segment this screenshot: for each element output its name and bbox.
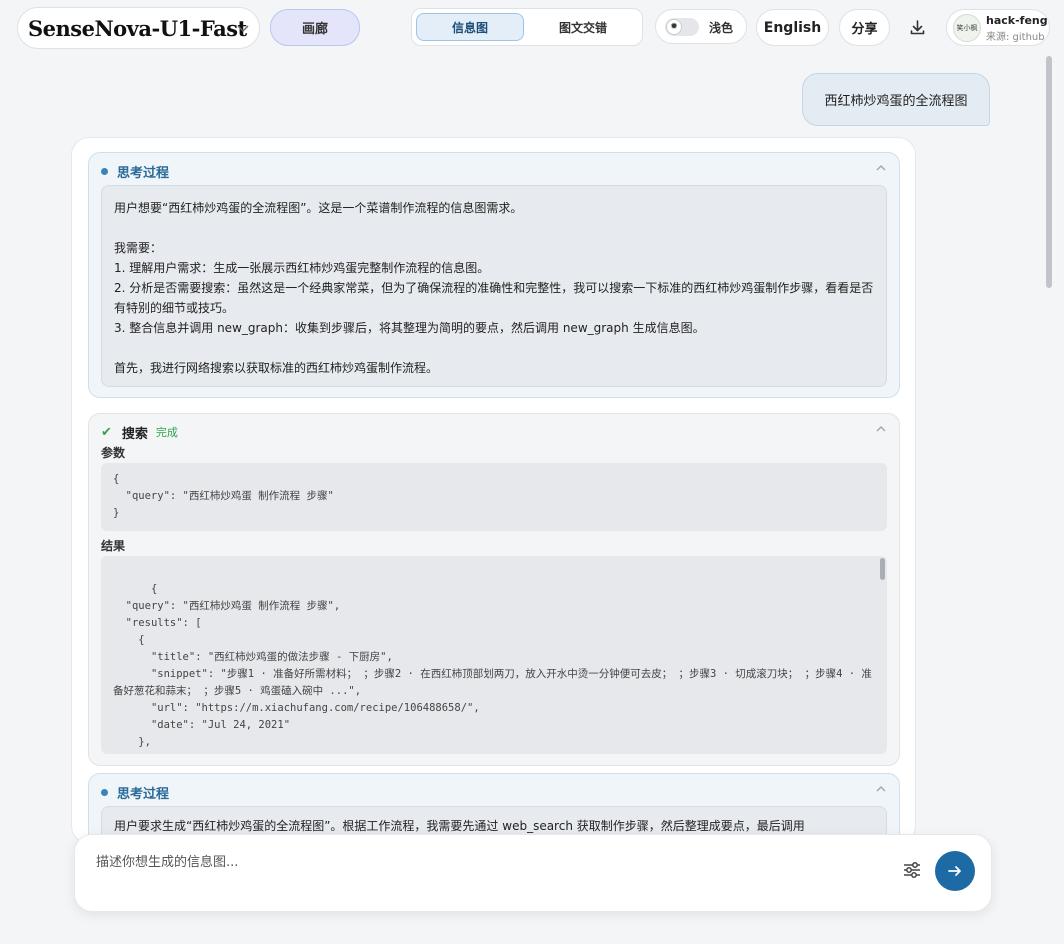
prompt-input[interactable] <box>96 851 886 873</box>
thinking-header-2[interactable]: 思考过程 <box>101 783 170 802</box>
model-selector[interactable]: SenseNova-U1-Fast <box>17 7 260 49</box>
search-section: ✔ 搜索 完成 参数 { "query": "西红柿炒鸡蛋 制作流程 步骤" }… <box>88 413 900 766</box>
results-text: { "query": "西红柿炒鸡蛋 制作流程 步骤", "results": … <box>113 583 872 754</box>
top-header: SenseNova-U1-Fast 画廊 信息图 图文交错 ✹ 浅色 Engli… <box>0 0 1064 56</box>
sliders-icon <box>904 862 920 878</box>
thinking-line: 2. 分析是否需要搜索：虽然这是一个经典家常菜，但为了确保流程的准确性和完整性，… <box>114 281 874 315</box>
params-code: { "query": "西红柿炒鸡蛋 制作流程 步骤" } <box>101 463 887 531</box>
chevron-down-icon <box>237 25 249 32</box>
chevron-up-icon[interactable] <box>875 423 887 435</box>
theme-toggle[interactable]: ✹ 浅色 <box>655 9 747 44</box>
language-button[interactable]: English <box>756 9 829 46</box>
search-title: 搜索 <box>121 426 148 442</box>
check-icon: ✔ <box>101 424 112 440</box>
thinking-title: 思考过程 <box>117 165 170 181</box>
user-name: hack-feng <box>986 14 1048 27</box>
model-name: SenseNova-U1-Fast <box>28 15 247 41</box>
thinking-line: 1. 理解用户需求：生成一张展示西红柿炒鸡蛋完整制作流程的信息图。 <box>114 261 490 275</box>
mode-tabs: 信息图 图文交错 <box>411 8 643 46</box>
user-profile[interactable]: 笑小枫 hack-feng 来源: github <box>946 9 1050 46</box>
tab-interleaved[interactable]: 图文交错 <box>530 13 636 41</box>
thinking-line: 用户想要“西红柿炒鸡蛋的全流程图”。这是一个菜谱制作流程的信息图需求。 <box>114 201 523 215</box>
search-header[interactable]: ✔ 搜索 完成 <box>101 423 178 442</box>
thinking-content: 用户想要“西红柿炒鸡蛋的全流程图”。这是一个菜谱制作流程的信息图需求。 我需要：… <box>101 185 887 387</box>
theme-label: 浅色 <box>709 21 734 35</box>
thinking-line <box>114 218 874 238</box>
page-scrollbar[interactable] <box>1046 56 1052 288</box>
thinking-header[interactable]: 思考过程 <box>101 162 170 181</box>
share-button[interactable]: 分享 <box>839 9 890 46</box>
thinking-line <box>114 338 874 358</box>
results-code[interactable]: { "query": "西红柿炒鸡蛋 制作流程 步骤", "results": … <box>101 556 887 754</box>
thinking-line: 3. 整合信息并调用 new_graph：收集到步骤后，将其整理为简明的要点，然… <box>114 321 705 335</box>
sun-icon: ✹ <box>666 19 682 35</box>
send-button[interactable] <box>935 851 975 891</box>
download-icon <box>910 20 925 35</box>
status-badge: 完成 <box>155 426 178 439</box>
thinking-line: 首先，我进行网络搜索以获取标准的西红柿炒鸡蛋制作流程。 <box>114 361 439 375</box>
tab-infographic[interactable]: 信息图 <box>416 13 524 41</box>
theme-switch[interactable]: ✹ <box>665 18 699 36</box>
gallery-button[interactable]: 画廊 <box>270 9 360 46</box>
thinking-section: 思考过程 用户想要“西红柿炒鸡蛋的全流程图”。这是一个菜谱制作流程的信息图需求。… <box>88 152 900 398</box>
chevron-up-icon[interactable] <box>875 783 887 795</box>
params-label: 参数 <box>101 446 126 460</box>
avatar: 笑小枫 <box>953 14 981 42</box>
settings-button[interactable] <box>901 859 923 881</box>
results-scrollbar[interactable] <box>880 558 885 580</box>
results-label: 结果 <box>101 539 126 553</box>
assistant-response: 思考过程 用户想要“西红柿炒鸡蛋的全流程图”。这是一个菜谱制作流程的信息图需求。… <box>71 137 916 844</box>
composer <box>74 834 992 912</box>
thinking-title-2: 思考过程 <box>117 786 170 802</box>
user-message: 西红柿炒鸡蛋的全流程图 <box>802 73 990 126</box>
user-source: 来源: github <box>986 32 1045 43</box>
thinking-line: 我需要： <box>114 241 163 255</box>
arrow-right-icon <box>948 866 961 876</box>
download-button[interactable] <box>900 10 935 45</box>
status-dot <box>101 788 108 796</box>
chevron-up-icon[interactable] <box>875 162 887 174</box>
status-dot <box>101 167 108 175</box>
